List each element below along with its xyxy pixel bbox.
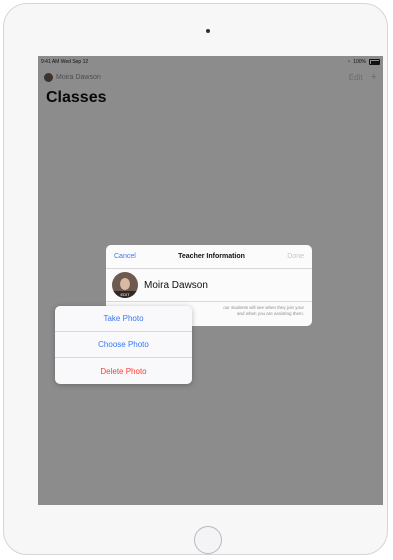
sheet-header: Cancel Teacher Information Done (106, 245, 312, 269)
teacher-name: Moira Dawson (144, 279, 208, 291)
teacher-photo (120, 278, 130, 290)
avatar-edit-label: EDIT (112, 291, 138, 298)
cancel-button[interactable]: Cancel (114, 253, 136, 260)
ipad-device-frame: 9:41 AM Wed Sep 12 ◔ 100% Moira Dawson E… (3, 3, 388, 555)
take-photo-button[interactable]: Take Photo (55, 306, 192, 332)
photo-action-popover: Take Photo Choose Photo Delete Photo (55, 306, 192, 384)
home-button[interactable] (194, 526, 222, 554)
done-button[interactable]: Done (287, 253, 304, 260)
delete-photo-button[interactable]: Delete Photo (55, 358, 192, 384)
choose-photo-button[interactable]: Choose Photo (55, 332, 192, 358)
teacher-avatar[interactable]: EDIT (112, 272, 138, 298)
sheet-title: Teacher Information (178, 253, 245, 260)
teacher-row: EDIT Moira Dawson (106, 269, 312, 302)
front-camera-icon (206, 29, 210, 33)
app-screen: 9:41 AM Wed Sep 12 ◔ 100% Moira Dawson E… (38, 56, 383, 505)
